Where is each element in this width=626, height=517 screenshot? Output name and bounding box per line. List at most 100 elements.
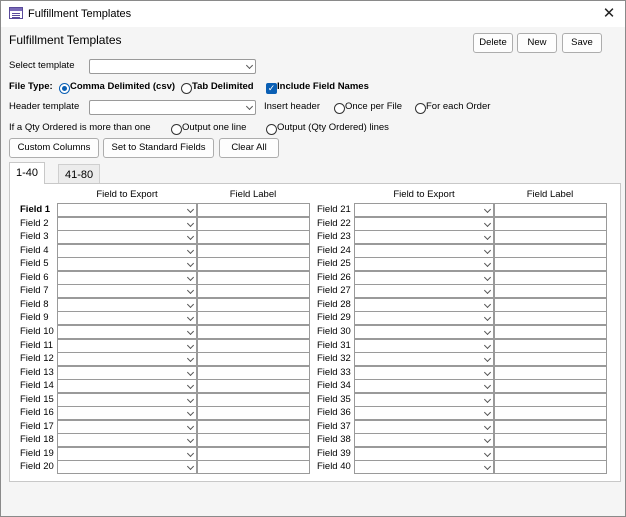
field-to-export-combo[interactable] (354, 406, 494, 421)
save-button[interactable]: Save (562, 33, 602, 53)
field-to-export-combo[interactable] (57, 365, 197, 380)
field-label-input[interactable] (494, 406, 607, 421)
header-template-combo[interactable] (89, 100, 256, 115)
field-label-input[interactable] (197, 311, 310, 326)
field-label-input[interactable] (197, 297, 310, 312)
field-label-input[interactable] (494, 216, 607, 231)
field-label-input[interactable] (494, 392, 607, 407)
clear-all-button[interactable]: Clear All (219, 138, 279, 158)
radio-output-one-line[interactable] (171, 124, 182, 135)
field-to-export-combo[interactable] (354, 284, 494, 299)
field-label-input[interactable] (494, 243, 607, 258)
field-to-export-combo[interactable] (57, 352, 197, 367)
new-button[interactable]: New (517, 33, 557, 53)
field-to-export-combo[interactable] (354, 324, 494, 339)
field-label-input[interactable] (197, 392, 310, 407)
field-label-input[interactable] (197, 352, 310, 367)
field-to-export-combo[interactable] (57, 297, 197, 312)
field-to-export-combo[interactable] (354, 433, 494, 448)
include-field-names-checkbox[interactable]: ✓ (266, 83, 277, 94)
field-label-input[interactable] (197, 379, 310, 394)
field-label-input[interactable] (197, 284, 310, 299)
field-label-input[interactable] (197, 433, 310, 448)
field-label-input[interactable] (494, 297, 607, 312)
chevron-down-icon (186, 246, 195, 254)
field-label-input[interactable] (494, 460, 607, 475)
field-to-export-combo[interactable] (57, 203, 197, 217)
field-to-export-combo[interactable] (354, 243, 494, 258)
field-label-input[interactable] (197, 230, 310, 245)
chevron-down-icon (483, 422, 492, 430)
select-template-combo[interactable] (89, 59, 256, 74)
field-to-export-combo[interactable] (57, 460, 197, 475)
field-label-input[interactable] (494, 352, 607, 367)
field-label-input[interactable] (197, 203, 310, 217)
field-label-input[interactable] (494, 284, 607, 299)
field-to-export-combo[interactable] (57, 419, 197, 434)
field-to-export-combo[interactable] (57, 230, 197, 245)
radio-each-order[interactable] (415, 103, 426, 114)
field-to-export-combo[interactable] (354, 257, 494, 272)
field-to-export-combo[interactable] (57, 338, 197, 353)
field-to-export-combo[interactable] (57, 392, 197, 407)
custom-columns-button[interactable]: Custom Columns (9, 138, 99, 158)
field-to-export-combo[interactable] (57, 216, 197, 231)
field-label-input[interactable] (494, 270, 607, 285)
field-to-export-combo[interactable] (57, 257, 197, 272)
field-label-input[interactable] (197, 270, 310, 285)
field-label-input[interactable] (494, 203, 607, 217)
field-label-input[interactable] (494, 324, 607, 339)
field-label-input[interactable] (494, 230, 607, 245)
field-label-input[interactable] (197, 243, 310, 258)
field-label-input[interactable] (494, 338, 607, 353)
field-to-export-combo[interactable] (354, 297, 494, 312)
field-to-export-combo[interactable] (354, 352, 494, 367)
field-to-export-combo[interactable] (354, 446, 494, 461)
field-to-export-combo[interactable] (57, 433, 197, 448)
field-to-export-combo[interactable] (354, 338, 494, 353)
field-label-input[interactable] (494, 433, 607, 448)
delete-button[interactable]: Delete (473, 33, 513, 53)
field-to-export-combo[interactable] (57, 270, 197, 285)
field-label-input[interactable] (197, 324, 310, 339)
field-to-export-combo[interactable] (57, 446, 197, 461)
field-to-export-combo[interactable] (57, 284, 197, 299)
set-standard-fields-button[interactable]: Set to Standard Fields (103, 138, 214, 158)
field-to-export-combo[interactable] (354, 460, 494, 475)
field-to-export-combo[interactable] (354, 216, 494, 231)
field-label-input[interactable] (197, 257, 310, 272)
radio-tab-delimited[interactable] (181, 83, 192, 94)
field-to-export-combo[interactable] (57, 311, 197, 326)
tab-1-40[interactable]: 1-40 (9, 162, 46, 184)
field-label-input[interactable] (197, 338, 310, 353)
field-to-export-combo[interactable] (57, 324, 197, 339)
field-label-input[interactable] (494, 446, 607, 461)
close-icon[interactable]: ✕ (599, 4, 619, 24)
field-label-input[interactable] (494, 257, 607, 272)
field-to-export-combo[interactable] (354, 311, 494, 326)
field-to-export-combo[interactable] (354, 230, 494, 245)
field-label-input[interactable] (494, 311, 607, 326)
field-to-export-combo[interactable] (354, 392, 494, 407)
field-to-export-combo[interactable] (57, 379, 197, 394)
field-to-export-combo[interactable] (57, 243, 197, 258)
field-label-input[interactable] (197, 216, 310, 231)
field-label-input[interactable] (494, 365, 607, 380)
field-to-export-combo[interactable] (354, 379, 494, 394)
radio-comma-delimited[interactable] (59, 83, 70, 94)
field-to-export-combo[interactable] (354, 419, 494, 434)
field-label-input[interactable] (197, 365, 310, 380)
field-label-input[interactable] (197, 406, 310, 421)
field-label-input[interactable] (494, 419, 607, 434)
field-label-input[interactable] (494, 379, 607, 394)
radio-output-qty-lines[interactable] (266, 124, 277, 135)
field-label-input[interactable] (197, 446, 310, 461)
field-to-export-combo[interactable] (354, 270, 494, 285)
field-label-input[interactable] (197, 460, 310, 475)
field-to-export-combo[interactable] (354, 365, 494, 380)
field-to-export-combo[interactable] (354, 203, 494, 217)
field-label-input[interactable] (197, 419, 310, 434)
field-row-label: Field 31 (317, 339, 351, 351)
radio-once-per-file[interactable] (334, 103, 345, 114)
field-to-export-combo[interactable] (57, 406, 197, 421)
